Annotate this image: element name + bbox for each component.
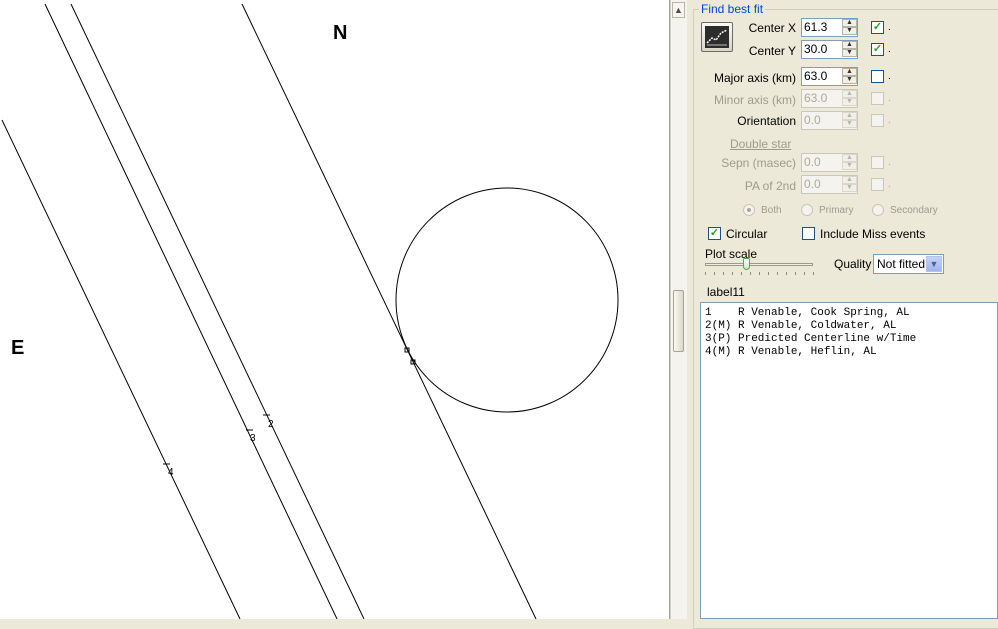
include-miss-checkbox[interactable] xyxy=(802,227,815,240)
chord-list[interactable]: 1 R Venable, Cook Spring, AL 2(M) R Vena… xyxy=(700,302,998,619)
orientation-spinner[interactable]: 0.0 ▲ ▼ xyxy=(801,111,858,130)
major-axis-spinner[interactable]: 63.0 ▲ ▼ xyxy=(801,67,858,86)
plot-scale-slider[interactable] xyxy=(705,263,813,266)
circular-label: Circular xyxy=(726,227,768,241)
spin-up-icon[interactable]: ▲ xyxy=(842,19,857,27)
spin-down-icon[interactable]: ▼ xyxy=(842,184,857,192)
spin-down-icon[interactable]: ▼ xyxy=(842,120,857,128)
minor-axis-label: Minor axis (km) xyxy=(713,93,796,107)
quality-value: Not fitted xyxy=(877,257,926,271)
sepn-checkbox[interactable] xyxy=(871,156,884,169)
checkbox-dot: . xyxy=(888,157,891,168)
include-miss-label: Include Miss events xyxy=(820,227,926,241)
major-axis-checkbox[interactable] xyxy=(871,70,884,83)
chord-line-3 xyxy=(44,3,338,619)
radio-both-label: Both xyxy=(761,205,782,216)
sepn-label: Sepn (masec) xyxy=(721,156,796,170)
minor-axis-checkbox[interactable] xyxy=(871,92,884,105)
radio-secondary-label: Secondary xyxy=(890,205,938,216)
spin-up-icon[interactable]: ▲ xyxy=(842,41,857,49)
list-item[interactable]: 3(P) Predicted Centerline w/Time xyxy=(705,333,916,346)
chord-line-2 xyxy=(70,3,365,619)
center-x-checkbox[interactable]: ✓ xyxy=(871,21,884,34)
chord-line-1 xyxy=(241,3,537,619)
checkbox-dot: . xyxy=(888,22,891,33)
orientation-value[interactable]: 0.0 xyxy=(804,113,821,128)
spin-down-icon[interactable]: ▼ xyxy=(842,162,857,170)
group-title: Find best fit xyxy=(699,2,766,16)
center-x-value[interactable]: 61.3 xyxy=(804,20,827,35)
list-label: label11 xyxy=(707,285,745,299)
checkbox-dot: . xyxy=(888,179,891,190)
center-y-checkbox[interactable]: ✓ xyxy=(871,43,884,56)
checkbox-dot: . xyxy=(888,44,891,55)
slider-ticks xyxy=(705,272,815,278)
occultation-plot[interactable]: 2 3 4 N E xyxy=(0,0,670,619)
pa-of-2nd-value[interactable]: 0.0 xyxy=(804,177,821,192)
major-axis-value[interactable]: 63.0 xyxy=(804,69,827,84)
pa-of-2nd-checkbox[interactable] xyxy=(871,178,884,191)
center-x-label: Center X xyxy=(748,21,796,35)
scroll-thumb[interactable] xyxy=(673,290,684,352)
orientation-label: Orientation xyxy=(737,114,796,128)
checkbox-dot: . xyxy=(888,71,891,82)
spin-up-icon[interactable]: ▲ xyxy=(842,68,857,76)
spin-down-icon[interactable]: ▼ xyxy=(842,49,857,57)
major-axis-label: Major axis (km) xyxy=(713,71,796,85)
spin-up-icon[interactable]: ▲ xyxy=(842,154,857,162)
list-item[interactable]: 2(M) R Venable, Coldwater, AL xyxy=(705,320,896,333)
chord-marker-label: 2 xyxy=(268,419,274,430)
radio-primary-label: Primary xyxy=(819,205,854,216)
radio-secondary[interactable] xyxy=(872,204,884,216)
checkbox-dot: . xyxy=(888,115,891,126)
spin-down-icon[interactable]: ▼ xyxy=(842,27,857,35)
center-y-spinner[interactable]: 30.0 ▲ ▼ xyxy=(801,40,858,59)
quality-select[interactable]: Not fitted ▼ xyxy=(873,254,944,274)
plot-canvas: 2 3 4 N E xyxy=(1,3,619,619)
center-y-label: Center Y xyxy=(748,44,796,58)
pa-of-2nd-spinner[interactable]: 0.0 ▲ ▼ xyxy=(801,175,858,194)
spin-up-icon[interactable]: ▲ xyxy=(842,90,857,98)
spin-up-icon[interactable]: ▲ xyxy=(842,112,857,120)
checkbox-dot: . xyxy=(888,93,891,104)
circular-checkbox[interactable]: ✓ xyxy=(708,227,721,240)
east-label: E xyxy=(11,337,24,359)
fitted-ellipse xyxy=(395,187,619,413)
chevron-down-icon[interactable]: ▼ xyxy=(926,256,942,272)
radio-primary[interactable] xyxy=(801,204,813,216)
double-star-label: Double star xyxy=(730,137,792,151)
scroll-up-arrow-icon[interactable]: ▲ xyxy=(672,2,685,18)
quality-label: Quality xyxy=(834,257,872,271)
spin-down-icon[interactable]: ▼ xyxy=(842,98,857,106)
vertical-scrollbar[interactable]: ▲ xyxy=(670,0,687,619)
center-y-value[interactable]: 30.0 xyxy=(804,42,827,57)
spin-up-icon[interactable]: ▲ xyxy=(842,176,857,184)
orientation-checkbox[interactable] xyxy=(871,114,884,127)
spin-down-icon[interactable]: ▼ xyxy=(842,76,857,84)
north-label: N xyxy=(333,22,347,44)
chord-marker-label: 4 xyxy=(168,467,174,478)
sepn-spinner[interactable]: 0.0 ▲ ▼ xyxy=(801,153,858,172)
chord-marker-label: 3 xyxy=(250,433,256,444)
fit-panel: Find best fit Center X 61.3 ▲ ▼ ✓ . Cente… xyxy=(687,0,998,629)
list-item[interactable]: 4(M) R Venable, Heflin, AL xyxy=(705,346,877,359)
minor-axis-value[interactable]: 63.0 xyxy=(804,91,827,106)
center-x-spinner[interactable]: 61.3 ▲ ▼ xyxy=(801,18,858,37)
pa-of-2nd-label: PA of 2nd xyxy=(744,179,796,193)
plot-scale-thumb[interactable] xyxy=(743,258,750,270)
minor-axis-spinner[interactable]: 63.0 ▲ ▼ xyxy=(801,89,858,108)
chord-line-4 xyxy=(1,119,241,619)
sepn-value[interactable]: 0.0 xyxy=(804,155,821,170)
fit-chart-icon xyxy=(705,26,729,48)
radio-both[interactable] xyxy=(743,204,755,216)
list-item[interactable]: 1 R Venable, Cook Spring, AL xyxy=(705,307,910,320)
